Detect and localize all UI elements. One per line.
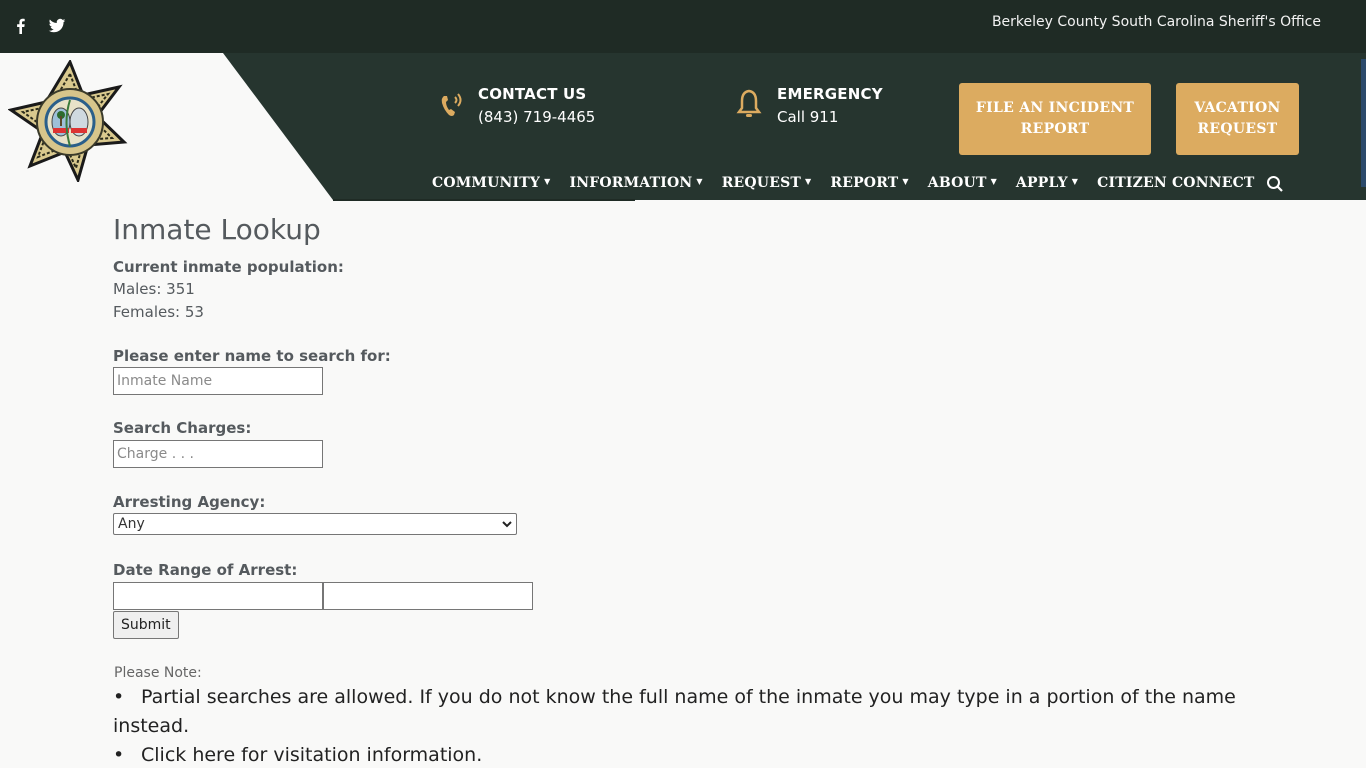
nav-label: ABOUT xyxy=(927,175,987,191)
date-to-input[interactable] xyxy=(323,582,533,610)
note-label: Please Note: xyxy=(114,665,202,681)
nav-label: INFORMATION xyxy=(569,175,693,191)
sheriff-badge-logo[interactable] xyxy=(7,58,132,185)
cta-line: FILE AN INCIDENT xyxy=(975,100,1135,116)
name-label: Please enter name to search for: xyxy=(113,347,391,365)
males-count: Males: 351 xyxy=(113,280,195,298)
contact-us-block[interactable]: CONTACT US (843) 719-4465 xyxy=(438,84,595,130)
charge-input[interactable] xyxy=(113,440,323,468)
note-text: Partial searches are allowed. If you do … xyxy=(113,686,1236,737)
nav-label: REQUEST xyxy=(721,175,802,191)
agency-selected-value: Any xyxy=(118,516,145,532)
nav-apply[interactable]: APPLY ▼ xyxy=(1016,175,1078,191)
inmate-name-input[interactable] xyxy=(113,367,323,395)
phone-icon xyxy=(441,93,462,116)
caret-down-icon: ▼ xyxy=(696,176,703,186)
arresting-agency-select[interactable]: Any xyxy=(113,513,517,535)
nav-request[interactable]: REQUEST ▼ xyxy=(722,175,812,191)
note-item: • Click here for visitation information. xyxy=(113,741,1253,768)
notes-list: • Partial searches are allowed. If you do… xyxy=(113,683,1253,768)
date-range-inputs xyxy=(113,582,1253,610)
caret-down-icon: ▼ xyxy=(544,176,551,186)
vacation-request-button[interactable]: VACATION REQUEST xyxy=(1176,83,1299,155)
contact-phone[interactable]: (843) 719-4465 xyxy=(478,104,595,130)
social-links xyxy=(12,17,66,35)
nav-label: APPLY xyxy=(1015,175,1068,191)
inmate-lookup-section: Inmate Lookup Current inmate population:… xyxy=(113,210,1253,768)
cta-line: VACATION xyxy=(1194,100,1281,116)
top-bar: Berkeley County South Carolina Sheriff's… xyxy=(0,0,1366,53)
caret-down-icon: ▼ xyxy=(902,176,909,186)
bullet: • xyxy=(113,686,125,708)
females-count: Females: 53 xyxy=(113,303,204,321)
scroll-strip xyxy=(1361,59,1366,187)
emergency-sub: Call 911 xyxy=(777,108,839,126)
visitation-info-link[interactable]: Click here for visitation information. xyxy=(141,744,482,766)
main-nav: COMMUNITY ▼ INFORMATION ▼ REQUEST ▼ REPO… xyxy=(432,173,1284,193)
cta-line: REPORT xyxy=(1020,121,1090,137)
header: CONTACT US (843) 719-4465 EMERGENCY Call… xyxy=(0,53,1366,201)
caret-down-icon: ▼ xyxy=(805,176,812,186)
contact-title: CONTACT US xyxy=(478,85,587,103)
twitter-icon[interactable] xyxy=(48,17,66,35)
caret-down-icon: ▼ xyxy=(1071,176,1079,186)
header-divider xyxy=(333,199,635,201)
chevron-down-icon xyxy=(502,521,512,528)
nav-information[interactable]: INFORMATION ▼ xyxy=(569,175,702,191)
bell-icon xyxy=(736,89,762,117)
date-from-input[interactable] xyxy=(113,582,323,610)
nav-about[interactable]: ABOUT ▼ xyxy=(928,175,997,191)
site-name: Berkeley County South Carolina Sheriff's… xyxy=(991,14,1321,30)
nav-report[interactable]: REPORT ▼ xyxy=(830,175,908,191)
nav-community[interactable]: COMMUNITY ▼ xyxy=(432,175,550,191)
population-label: Current inmate population: xyxy=(113,258,344,276)
bullet: • xyxy=(113,744,125,766)
nav-label: CITIZEN CONNECT xyxy=(1097,175,1255,191)
date-range-label: Date Range of Arrest: xyxy=(113,561,298,579)
nav-citizen-connect[interactable]: CITIZEN CONNECT xyxy=(1097,175,1254,191)
file-incident-report-button[interactable]: FILE AN INCIDENT REPORT xyxy=(959,83,1151,155)
charges-label: Search Charges: xyxy=(113,419,252,437)
page-title: Inmate Lookup xyxy=(113,213,321,246)
search-icon[interactable] xyxy=(1266,175,1284,193)
facebook-icon[interactable] xyxy=(12,17,30,35)
note-item: • Partial searches are allowed. If you do… xyxy=(113,683,1253,741)
cta-line: REQUEST xyxy=(1197,121,1278,137)
agency-label: Arresting Agency: xyxy=(113,493,266,511)
submit-button[interactable]: Submit xyxy=(113,611,179,639)
nav-label: COMMUNITY xyxy=(432,175,541,191)
caret-down-icon: ▼ xyxy=(990,176,997,186)
emergency-title: EMERGENCY xyxy=(777,85,883,103)
nav-label: REPORT xyxy=(830,175,899,191)
emergency-block: EMERGENCY Call 911 xyxy=(735,84,883,130)
